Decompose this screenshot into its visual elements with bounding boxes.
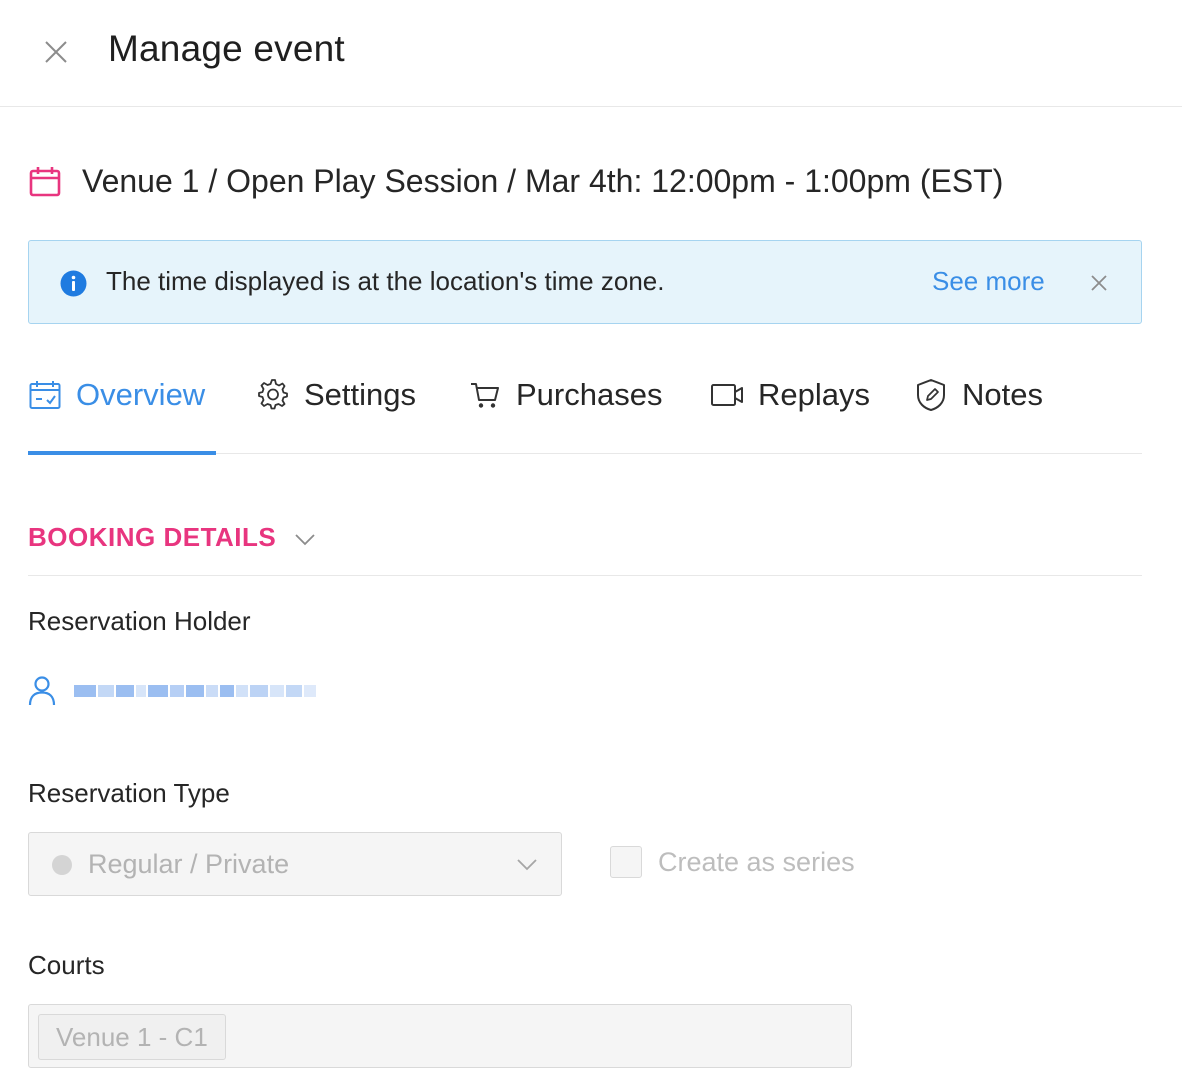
tab-label: Overview <box>76 377 206 412</box>
event-summary: Venue 1 / Open Play Session / Mar 4th: 1… <box>28 163 1003 200</box>
tab-label: Settings <box>304 377 417 412</box>
reservation-holder-link[interactable] <box>28 675 318 707</box>
court-tag-label: Venue 1 - C1 <box>56 1021 208 1052</box>
modal-header: Manage event <box>0 0 1182 107</box>
tab-label: Purchases <box>516 377 663 412</box>
active-tab-indicator <box>28 451 216 455</box>
reservation-type-value: Regular / Private <box>88 849 290 879</box>
tab-label: Replays <box>758 377 870 412</box>
create-series-checkbox[interactable] <box>610 846 642 878</box>
alert-close-button[interactable] <box>1085 269 1113 297</box>
tab-replays[interactable]: Replays <box>710 366 870 454</box>
calendar-icon <box>28 164 64 200</box>
alert-message: The time displayed is at the location's … <box>106 266 665 296</box>
create-series-option[interactable]: Create as series <box>610 846 855 878</box>
tab-purchases[interactable]: Purchases <box>468 366 662 454</box>
tab-settings[interactable]: Settings <box>256 366 416 454</box>
create-series-label: Create as series <box>658 846 855 877</box>
redacted-holder-name <box>74 677 318 705</box>
video-camera-icon <box>710 378 744 412</box>
see-more-link[interactable]: See more <box>932 266 1045 297</box>
chevron-down-icon <box>517 859 537 871</box>
close-button[interactable] <box>38 34 74 70</box>
courts-label: Courts <box>28 950 105 980</box>
close-icon <box>45 41 67 63</box>
timezone-alert: The time displayed is at the location's … <box>28 240 1142 324</box>
booking-details-toggle[interactable]: BOOKING DETAILS <box>28 522 1142 576</box>
user-icon <box>28 676 56 706</box>
section-title: BOOKING DETAILS <box>28 522 277 552</box>
reservation-type-select[interactable]: Regular / Private <box>28 832 562 896</box>
close-icon <box>1091 275 1107 291</box>
page-title: Manage event <box>108 28 345 69</box>
tab-label: Notes <box>962 377 1043 412</box>
chevron-down-icon <box>295 534 315 546</box>
courts-select[interactable]: Venue 1 - C1 <box>28 1004 852 1068</box>
tab-notes[interactable]: Notes <box>914 366 1043 454</box>
calendar-check-icon <box>28 378 62 412</box>
court-tag: Venue 1 - C1 <box>38 1014 226 1060</box>
info-icon <box>60 270 87 297</box>
tab-bar: Overview Settings Purchases Replays Note… <box>28 366 1142 455</box>
gear-icon <box>256 378 290 412</box>
reservation-holder-label: Reservation Holder <box>28 606 251 636</box>
reservation-type-label: Reservation Type <box>28 778 230 808</box>
type-color-dot <box>52 855 72 875</box>
event-title: Venue 1 / Open Play Session / Mar 4th: 1… <box>82 163 1004 199</box>
cart-icon <box>468 378 502 412</box>
shield-note-icon <box>914 378 948 412</box>
tab-overview[interactable]: Overview <box>28 366 216 455</box>
